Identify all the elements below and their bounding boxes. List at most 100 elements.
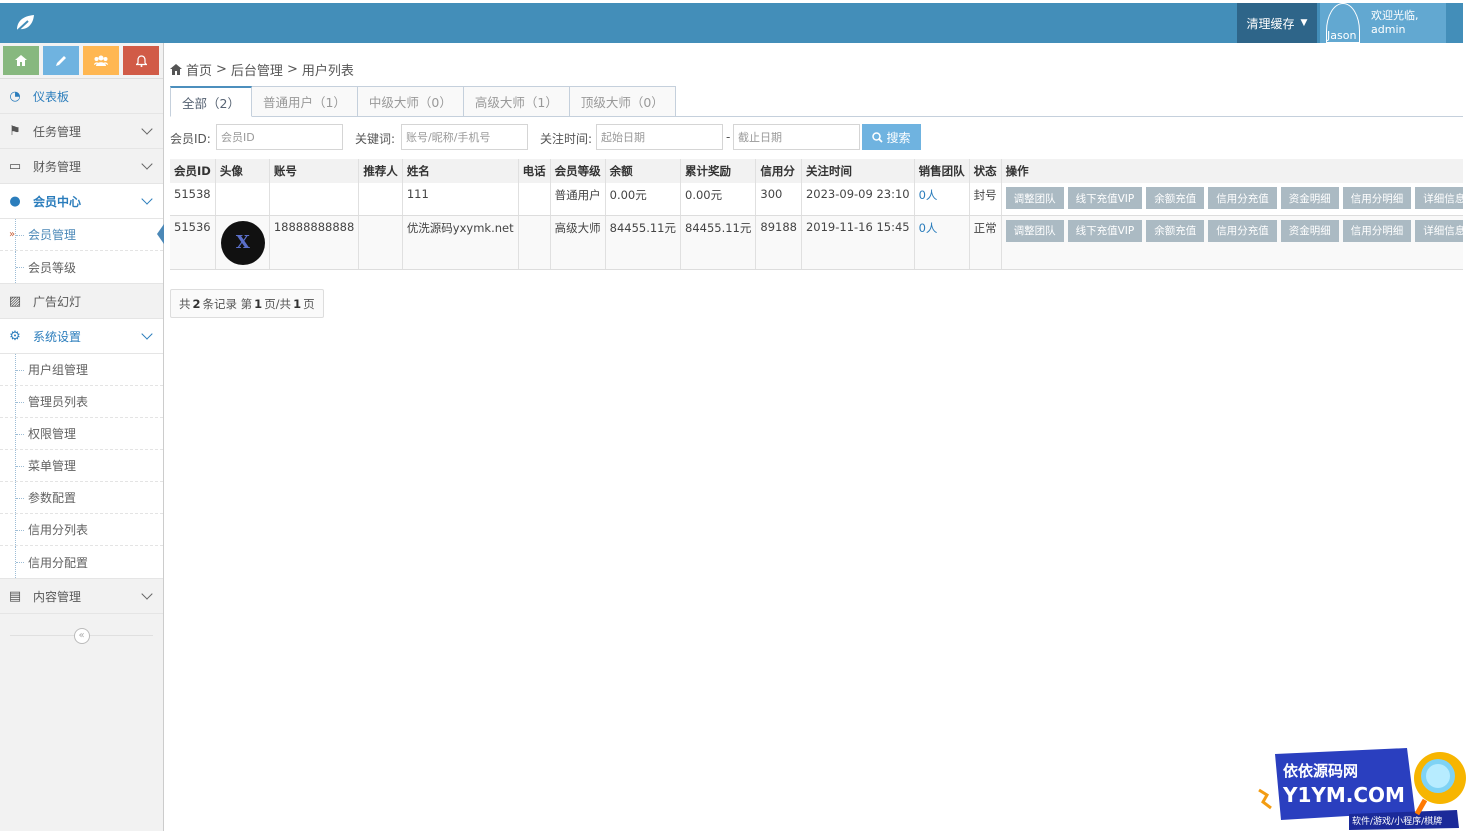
member-avatar-image: Ⅹ (220, 220, 265, 265)
col-header[interactable]: 会员ID (170, 159, 216, 183)
shortcut-home-button[interactable] (3, 46, 39, 75)
search-icon (872, 131, 884, 143)
cell-team-link[interactable]: 0人 (914, 183, 970, 216)
member-id-input[interactable] (216, 124, 343, 150)
sidebar-item-ads[interactable]: ▨ 广告幻灯 (0, 284, 163, 319)
top-navbar: 清理缓存 ▼ Jason 欢迎光临, admin (0, 3, 1463, 43)
credit-detail-button[interactable]: 信用分明细 (1342, 219, 1412, 242)
sidebar-item-permission[interactable]: 权限管理 (0, 418, 163, 450)
credit-detail-button[interactable]: 信用分明细 (1342, 187, 1412, 209)
sidebar-item-member-manage[interactable]: » 会员管理 (0, 219, 164, 251)
cell-balance: 0.00元 (605, 183, 682, 216)
breadcrumb-admin[interactable]: 后台管理 (231, 60, 283, 79)
sidebar-item-member-level[interactable]: 会员等级 (0, 251, 163, 283)
sidebar-item-dashboard[interactable]: ◔ 仪表板 (0, 79, 163, 114)
balance-recharge-button[interactable]: 余额充值 (1146, 187, 1205, 209)
chevron-down-icon (141, 158, 153, 170)
sidebar-item-system[interactable]: ⚙ 系统设置 (0, 319, 163, 354)
sidebar-item-finance[interactable]: ▭ 财务管理 (0, 149, 163, 184)
row-actions: 调整团队 线下充值VIP 余额充值 信用分充值 资金明细 信用分明细 详细信息 (1005, 187, 1474, 209)
sidebar-item-label: 权限管理 (28, 427, 77, 441)
sidebar-item-content[interactable]: ▤ 内容管理 (0, 579, 163, 614)
adjust-team-button[interactable]: 调整团队 (1005, 219, 1064, 242)
search-label: 搜索 (886, 130, 911, 145)
col-header: 推荐人 (358, 159, 403, 183)
sidebar-item-label: 会员等级 (28, 260, 77, 275)
shortcut-bell-button[interactable] (123, 46, 159, 75)
cell-credit: 89188 (755, 215, 802, 270)
caret-down-icon: ▼ (1300, 18, 1308, 28)
col-header: 信用分 (755, 159, 802, 183)
pencil-icon (55, 56, 66, 66)
pager-text: 条记录 第 (202, 296, 253, 311)
sidebar-item-label: 用户组管理 (28, 363, 89, 377)
flag-icon: ⚑ (9, 123, 21, 139)
col-header: 会员等级 (550, 159, 606, 183)
member-table: 会员ID 头像 账号 推荐人 姓名 电话 会员等级 余额 累计奖励 信用分 关注… (170, 159, 1475, 270)
col-header: 电话 (518, 159, 551, 183)
sidebar: ◔ 仪表板 ⚑ 任务管理 ▭ 财务管理 ● 会员中心 » 会员管理 会员等级 ▨… (0, 43, 164, 831)
sidebar-item-label: 广告幻灯 (33, 294, 82, 309)
cell-referrer (358, 183, 403, 216)
search-button[interactable]: 搜索 (862, 124, 921, 150)
keyword-label: 关键词: (355, 132, 396, 146)
fund-detail-button[interactable]: 资金明细 (1280, 187, 1339, 209)
cell-id: 51536 (170, 215, 216, 270)
tab-senior[interactable]: 高级大师（1） (463, 86, 570, 117)
balance-recharge-button[interactable]: 余额充值 (1146, 219, 1205, 242)
adjust-team-button[interactable]: 调整团队 (1005, 187, 1064, 209)
row-actions: 调整团队 线下充值VIP 余额充值 信用分充值 资金明细 信用分明细 详细信息 (1005, 219, 1474, 242)
time-label: 关注时间: (540, 132, 593, 146)
credit-recharge-button[interactable]: 信用分充值 (1208, 219, 1277, 242)
col-header: 状态 (969, 159, 1002, 183)
user-menu[interactable]: Jason 欢迎光临, admin (1320, 3, 1446, 43)
tab-top[interactable]: 顶级大师（0） (569, 86, 676, 117)
sidebar-item-usergroup[interactable]: 用户组管理 (0, 354, 163, 386)
sidebar-item-member-center[interactable]: ● 会员中心 (0, 184, 163, 219)
tab-intermediate[interactable]: 中级大师（0） (357, 86, 464, 117)
avatar-name: Jason (1327, 29, 1357, 42)
cell-phone (518, 215, 551, 270)
pager-text: 页/共 (264, 296, 292, 311)
end-date-input[interactable] (733, 124, 860, 150)
user-icon: ● (9, 193, 21, 209)
col-header: 姓名 (402, 159, 519, 183)
sidebar-item-menu[interactable]: 菜单管理 (0, 450, 163, 482)
username: admin (1371, 23, 1406, 36)
sidebar-item-task[interactable]: ⚑ 任务管理 (0, 114, 163, 149)
clear-cache-dropdown[interactable]: 清理缓存 ▼ (1237, 3, 1317, 43)
table-row: 51536 Ⅹ 18888888888 优洗源码yxymk.net 高级大师 8… (170, 215, 1475, 270)
start-date-input[interactable] (596, 124, 723, 150)
watermark-logo: 依依源码网 Y1YM.COM 软件/游戏/小程序/棋牌 (1258, 748, 1466, 830)
sidebar-item-credit-config[interactable]: 信用分配置 (0, 546, 163, 578)
offline-vip-button[interactable]: 线下充值VIP (1067, 219, 1143, 242)
keyword-input[interactable] (401, 124, 528, 150)
credit-recharge-button[interactable]: 信用分充值 (1208, 187, 1277, 209)
fund-detail-button[interactable]: 资金明细 (1280, 219, 1339, 242)
shortcut-users-button[interactable] (83, 46, 119, 75)
sidebar-item-label: 信用分列表 (28, 523, 89, 537)
right-edge (1463, 0, 1475, 831)
col-header: 账号 (269, 159, 360, 183)
cell-team-link[interactable]: 0人 (914, 215, 970, 270)
sidebar-item-params[interactable]: 参数配置 (0, 482, 163, 514)
avatar-logo-glyph: Ⅹ (235, 232, 250, 253)
shortcut-edit-button[interactable] (43, 46, 79, 75)
pager-pages: 1 (293, 296, 302, 311)
sidebar-item-credit-list[interactable]: 信用分列表 (0, 514, 163, 546)
tab-normal[interactable]: 普通用户（1） (251, 86, 358, 117)
breadcrumb-home[interactable]: 首页 (186, 60, 212, 79)
col-header: 销售团队 (914, 159, 970, 183)
collapse-sidebar-button[interactable]: « (73, 627, 90, 644)
watermark-line3: 软件/游戏/小程序/棋牌 (1352, 815, 1442, 827)
offline-vip-button[interactable]: 线下充值VIP (1067, 187, 1143, 209)
leaf-logo-icon[interactable] (14, 13, 36, 33)
sidebar-item-admin-list[interactable]: 管理员列表 (0, 386, 163, 418)
pager-total: 2 (192, 296, 201, 311)
pager-page: 1 (254, 296, 263, 311)
tab-all[interactable]: 全部（2） (170, 86, 252, 117)
cell-account (269, 183, 360, 216)
cell-credit: 300 (755, 183, 802, 216)
sidebar-item-label: 内容管理 (33, 589, 82, 604)
table-header-row: 会员ID 头像 账号 推荐人 姓名 电话 会员等级 余额 累计奖励 信用分 关注… (170, 159, 1475, 183)
